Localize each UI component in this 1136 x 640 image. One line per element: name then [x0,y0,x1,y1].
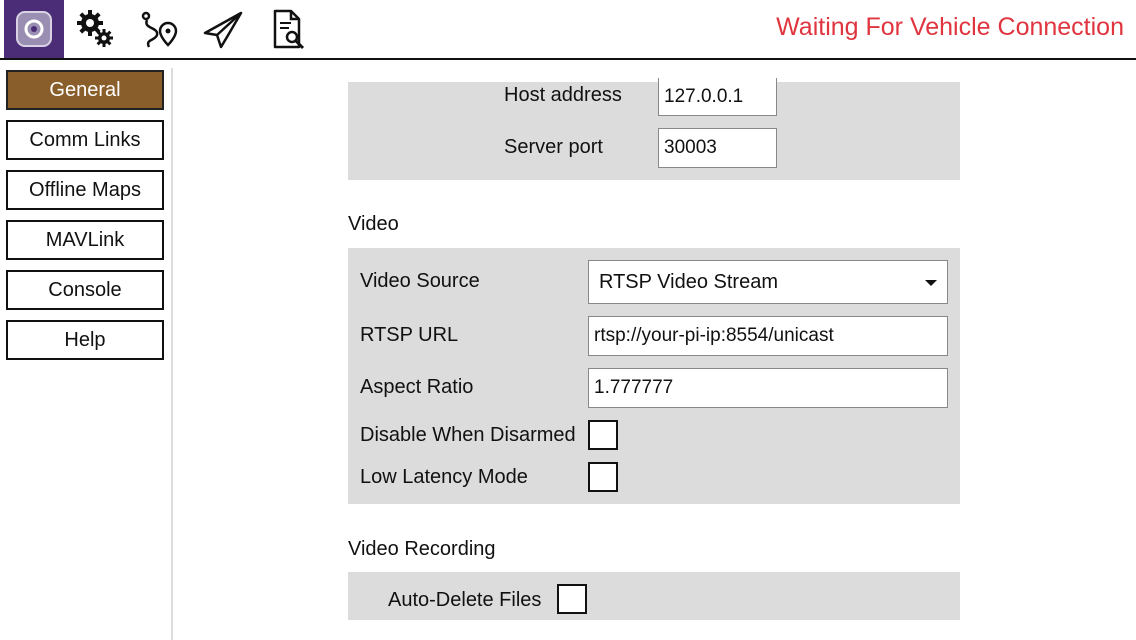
dropdown-arrow-icon [925,280,937,286]
plan-route-icon [141,11,178,48]
video-source-label: Video Source [360,270,480,292]
host-address-label: Host address [504,84,622,106]
analyze-button[interactable] [258,0,316,58]
sidebar-item-help[interactable]: Help [6,320,164,360]
low-latency-mode-label: Low Latency Mode [360,466,528,488]
vehicle-connection-status: Waiting For Vehicle Connection [776,13,1124,41]
plan-button[interactable] [130,0,188,58]
aspect-ratio-label: Aspect Ratio [360,376,474,398]
video-section-title: Video [348,213,399,235]
disable-when-disarmed-label: Disable When Disarmed [360,424,576,446]
sidebar-item-general[interactable]: General [6,70,164,110]
analyze-document-icon [273,9,305,50]
video-recording-section-title: Video Recording [348,538,496,560]
rtsp-url-label: RTSP URL [360,324,459,346]
server-port-input[interactable] [658,128,777,168]
rtsp-url-input[interactable] [588,316,948,356]
video-source-value: RTSP Video Stream [599,270,778,293]
app-logo-icon [16,11,52,47]
sidebar-item-comm-links[interactable]: Comm Links [6,120,164,160]
server-settings-panel [348,82,960,180]
sidebar-item-console[interactable]: Console [6,270,164,310]
sidebar-divider [171,68,173,640]
fly-paper-plane-icon [203,11,243,49]
low-latency-mode-checkbox[interactable] [588,462,618,492]
aspect-ratio-input[interactable] [588,368,948,408]
server-port-label: Server port [504,136,603,158]
sidebar-item-offline-maps[interactable]: Offline Maps [6,170,164,210]
video-source-dropdown[interactable]: RTSP Video Stream [588,260,948,304]
main-toolbar: Waiting For Vehicle Connection [0,0,1136,58]
toolbar-divider [0,58,1136,60]
host-address-input[interactable] [658,78,777,116]
app-logo-button[interactable] [4,0,64,58]
settings-button[interactable] [66,0,124,58]
fly-button[interactable] [194,0,252,58]
settings-gears-icon [77,10,113,47]
auto-delete-files-checkbox[interactable] [557,584,587,614]
auto-delete-files-label: Auto-Delete Files [388,589,542,611]
disable-when-disarmed-checkbox[interactable] [588,420,618,450]
sidebar-item-mavlink[interactable]: MAVLink [6,220,164,260]
